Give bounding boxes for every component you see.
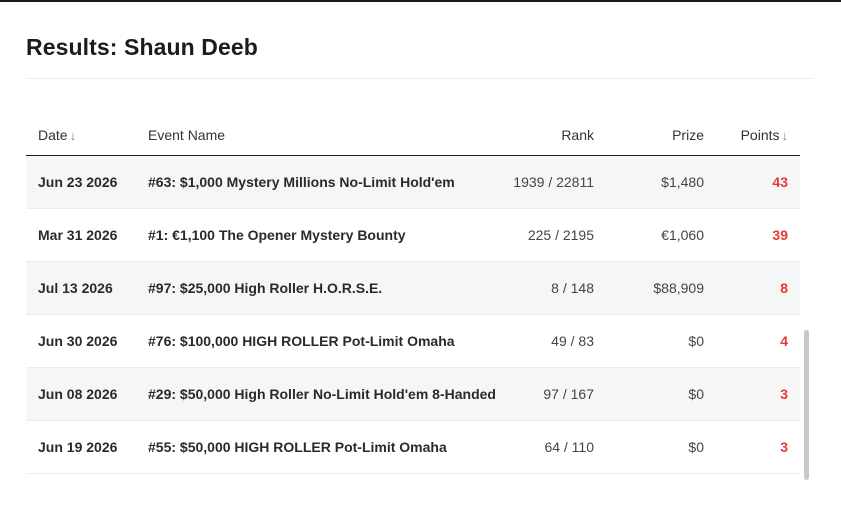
row-points: 8 bbox=[780, 280, 788, 296]
row-prize: €1,060 bbox=[661, 227, 704, 243]
row-prize: $1,480 bbox=[661, 174, 704, 190]
row-date: Jun 30 2026 bbox=[38, 333, 118, 349]
column-header-event-name: Event Name bbox=[148, 127, 226, 143]
row-rank: 8 / 148 bbox=[551, 280, 594, 296]
row-rank: 49 / 83 bbox=[551, 333, 594, 349]
table-scrollbar[interactable] bbox=[804, 330, 809, 480]
column-header-points[interactable]: Points ↓ bbox=[741, 127, 788, 143]
row-rank: 97 / 167 bbox=[543, 386, 594, 402]
row-points: 39 bbox=[772, 227, 788, 243]
column-header-rank: Rank bbox=[561, 127, 594, 143]
sort-down-icon: ↓ bbox=[781, 128, 789, 143]
row-prize: $0 bbox=[688, 439, 704, 455]
row-points: 43 bbox=[772, 174, 788, 190]
page-title: Results: Shaun Deeb bbox=[26, 34, 258, 60]
row-event-name: #29: $50,000 High Roller No-Limit Hold'e… bbox=[148, 386, 496, 402]
results-page: Results: Shaun Deeb Date ↓ Event Name Ran… bbox=[0, 0, 841, 509]
row-prize: $88,909 bbox=[653, 280, 704, 296]
row-points: 4 bbox=[780, 333, 788, 349]
table-row[interactable]: Jun 23 2026 #63: $1,000 Mystery Millions… bbox=[26, 156, 800, 209]
results-table: Date ↓ Event Name Rank Prize Points ↓ Jun … bbox=[26, 115, 800, 474]
row-date: Jun 23 2026 bbox=[38, 174, 118, 190]
row-event-name: #1: €1,100 The Opener Mystery Bounty bbox=[148, 227, 406, 243]
row-date: Jun 19 2026 bbox=[38, 439, 118, 455]
row-points: 3 bbox=[780, 386, 788, 402]
row-rank: 64 / 110 bbox=[544, 439, 594, 455]
row-prize: $0 bbox=[688, 386, 704, 402]
row-points: 3 bbox=[780, 439, 788, 455]
row-rank: 1939 / 22811 bbox=[513, 174, 594, 190]
row-event-name: #97: $25,000 High Roller H.O.R.S.E. bbox=[148, 280, 383, 296]
row-event-name: #76: $100,000 HIGH ROLLER Pot-Limit Omah… bbox=[148, 333, 455, 349]
row-date: Jul 13 2026 bbox=[38, 280, 113, 296]
row-rank: 225 / 2195 bbox=[527, 227, 594, 243]
row-date: Mar 31 2026 bbox=[38, 227, 118, 243]
table-row[interactable]: Jun 30 2026 #76: $100,000 HIGH ROLLER Po… bbox=[26, 315, 800, 368]
table-header: Date ↓ Event Name Rank Prize Points ↓ bbox=[26, 115, 800, 156]
table-row[interactable]: Jun 19 2026 #55: $50,000 HIGH ROLLER Pot… bbox=[26, 421, 800, 474]
table-row[interactable]: Jul 13 2026 #97: $25,000 High Roller H.O… bbox=[26, 262, 800, 315]
table-row[interactable]: Mar 31 2026 #1: €1,100 The Opener Myster… bbox=[26, 209, 800, 262]
row-prize: $0 bbox=[688, 333, 704, 349]
table-row[interactable]: Jun 08 2026 #29: $50,000 High Roller No-… bbox=[26, 368, 800, 421]
column-header-prize: Prize bbox=[672, 127, 704, 143]
column-header-date[interactable]: Date ↓ bbox=[38, 127, 76, 143]
sort-down-icon: ↓ bbox=[69, 128, 77, 143]
row-date: Jun 08 2026 bbox=[38, 386, 118, 402]
row-event-name: #55: $50,000 HIGH ROLLER Pot-Limit Omaha bbox=[148, 439, 447, 455]
row-event-name: #63: $1,000 Mystery Millions No-Limit Ho… bbox=[148, 174, 455, 190]
title-divider bbox=[26, 78, 814, 79]
